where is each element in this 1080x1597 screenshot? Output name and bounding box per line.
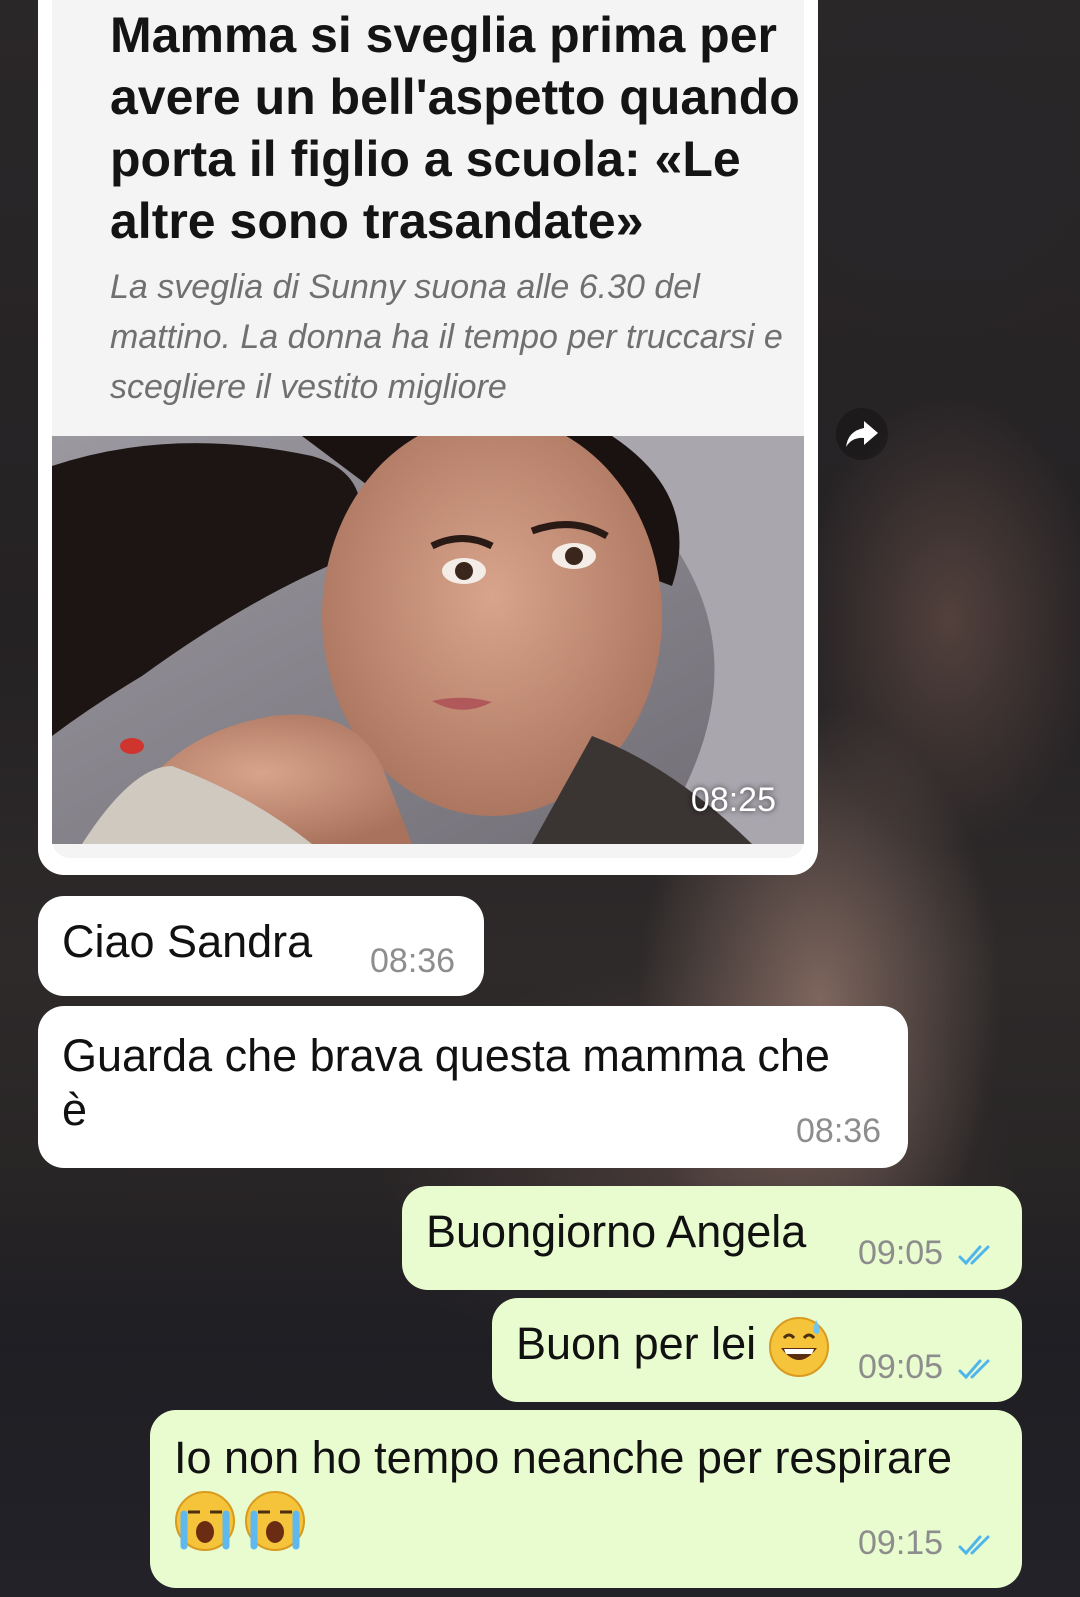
forward-icon [846, 421, 878, 447]
incoming-message[interactable]: Guarda che brava questa mamma che è 08:3… [38, 1006, 908, 1168]
message-text: Ciao Sandra [62, 916, 313, 967]
message-text: Buon per lei [516, 1318, 757, 1369]
loudly-crying-emoji [175, 1491, 235, 1551]
outgoing-message[interactable]: Buongiorno Angela 09:05 [402, 1186, 1022, 1290]
message-text: Buongiorno Angela [426, 1206, 807, 1257]
link-preview-headline: Mamma si sveglia prima per avere un bell… [110, 7, 800, 249]
link-preview-image[interactable]: 08:25 [52, 436, 804, 844]
outgoing-message[interactable]: Io non ho tempo neanche per respirare 09… [150, 1410, 1022, 1588]
forward-button[interactable] [836, 408, 888, 460]
outgoing-message[interactable]: Buon per lei 09:05 [492, 1298, 1022, 1402]
incoming-message[interactable]: Ciao Sandra 08:36 [38, 896, 484, 996]
message-text-line2: è [62, 1084, 88, 1135]
grinning-sweat-emoji [769, 1317, 829, 1377]
loudly-crying-emoji [245, 1491, 305, 1551]
message-timestamp: 09:15 [858, 1524, 944, 1562]
message-timestamp: 08:36 [796, 1112, 882, 1150]
message-timestamp: 08:36 [370, 942, 456, 980]
read-receipt-icon [958, 1359, 990, 1380]
message-timestamp: 09:05 [858, 1348, 944, 1386]
message-timestamp: 09:05 [858, 1234, 944, 1272]
link-preview-description: La sveglia di Sunny suona alle 6.30 del … [110, 268, 783, 406]
message-text-line1: Guarda che brava questa mamma che [62, 1030, 830, 1081]
read-receipt-icon [958, 1245, 990, 1266]
read-receipt-icon [958, 1535, 990, 1556]
link-preview-message[interactable]: Mamma si sveglia prima per avere un bell… [38, 0, 818, 875]
link-preview-timestamp: 08:25 [690, 781, 776, 819]
message-text: Io non ho tempo neanche per respirare [174, 1432, 953, 1483]
